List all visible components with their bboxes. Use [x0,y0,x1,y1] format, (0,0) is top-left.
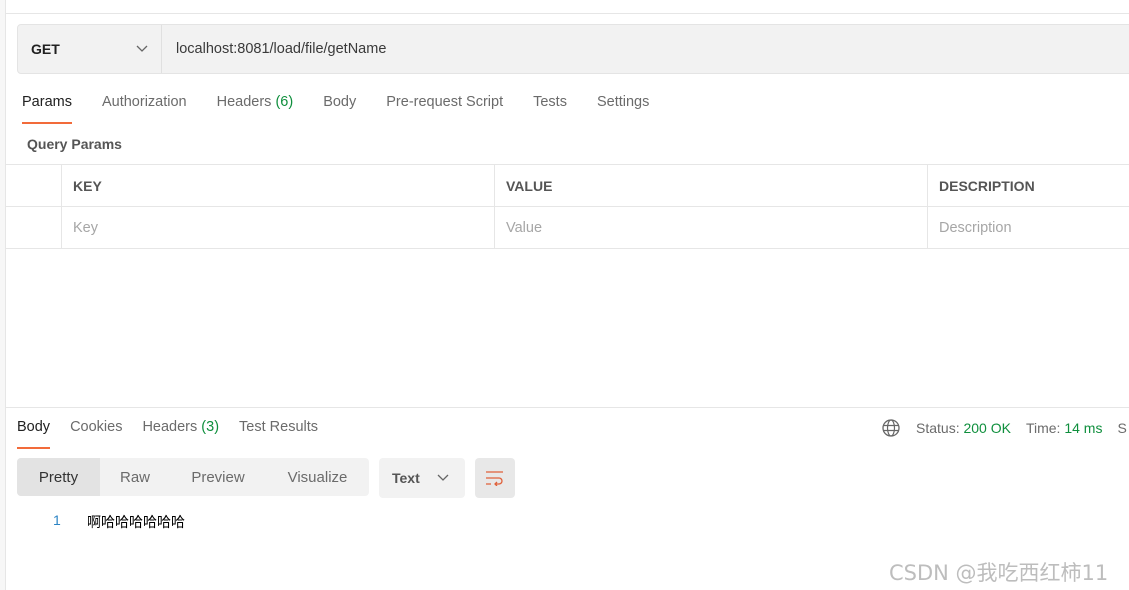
tab-pre-request-script[interactable]: Pre-request Script [386,94,503,124]
tab-authorization[interactable]: Authorization [102,94,187,124]
key-input[interactable]: Key [62,207,495,248]
divider [6,13,1129,14]
query-params-title: Query Params [27,136,122,152]
tab-settings[interactable]: Settings [597,94,649,124]
url-bar: GET localhost:8081/load/file/getName [17,24,1129,74]
view-visualize[interactable]: Visualize [266,458,369,496]
response-body-line: 1 啊哈哈哈哈哈哈 [53,512,185,532]
view-raw[interactable]: Raw [100,458,170,496]
sidebar-edge [0,0,6,590]
row-checkbox-cell [6,207,62,248]
header-key: KEY [62,165,495,206]
response-content: 啊哈哈哈哈哈哈 [87,515,185,531]
view-mode-toggle: Pretty Raw Preview Visualize [17,458,369,496]
response-status: Status: 200 OK Time: 14 ms S [882,419,1127,437]
status-value[interactable]: 200 OK [963,420,1010,436]
tab-response-body[interactable]: Body [17,419,51,449]
tab-params[interactable]: Params [22,94,72,124]
format-label: Text [392,470,420,486]
request-tabs: Params Authorization Headers (6) Body Pr… [22,94,679,124]
header-value: VALUE [495,165,928,206]
globe-icon[interactable] [882,419,900,437]
params-table: KEY VALUE DESCRIPTION Key Value Descript… [6,164,1129,249]
time-value[interactable]: 14 ms [1064,420,1102,436]
value-input[interactable]: Value [495,207,928,248]
url-input[interactable]: localhost:8081/load/file/getName [162,41,386,57]
wrap-lines-icon [486,471,503,486]
view-pretty[interactable]: Pretty [17,458,100,496]
table-row: Key Value Description [6,207,1129,249]
tab-test-results[interactable]: Test Results [239,419,318,449]
chevron-down-icon [437,474,449,481]
tab-response-headers[interactable]: Headers (3) [142,419,219,449]
tab-headers[interactable]: Headers (6) [217,94,294,124]
tab-tests[interactable]: Tests [533,94,567,124]
pane-divider[interactable] [6,407,1129,408]
method-select[interactable]: GET [18,25,162,73]
header-description: DESCRIPTION [928,165,1129,206]
method-label: GET [31,41,60,57]
tab-body[interactable]: Body [323,94,356,124]
wrap-lines-button[interactable] [475,458,515,498]
line-number: 1 [53,512,61,528]
checkbox-column [6,165,62,206]
tab-cookies[interactable]: Cookies [70,419,122,449]
chevron-down-icon [136,45,148,52]
time-label: Time: [1025,420,1061,436]
description-input[interactable]: Description [928,207,1129,248]
size-label: S [1117,420,1127,436]
view-preview[interactable]: Preview [170,458,266,496]
table-header-row: KEY VALUE DESCRIPTION [6,165,1129,207]
response-tabs: Body Cookies Headers (3) Test Results [17,419,338,449]
watermark: CSDN @我吃西红柿11 [889,561,1109,585]
status-label: Status: [916,420,960,436]
format-select[interactable]: Text [379,458,465,498]
